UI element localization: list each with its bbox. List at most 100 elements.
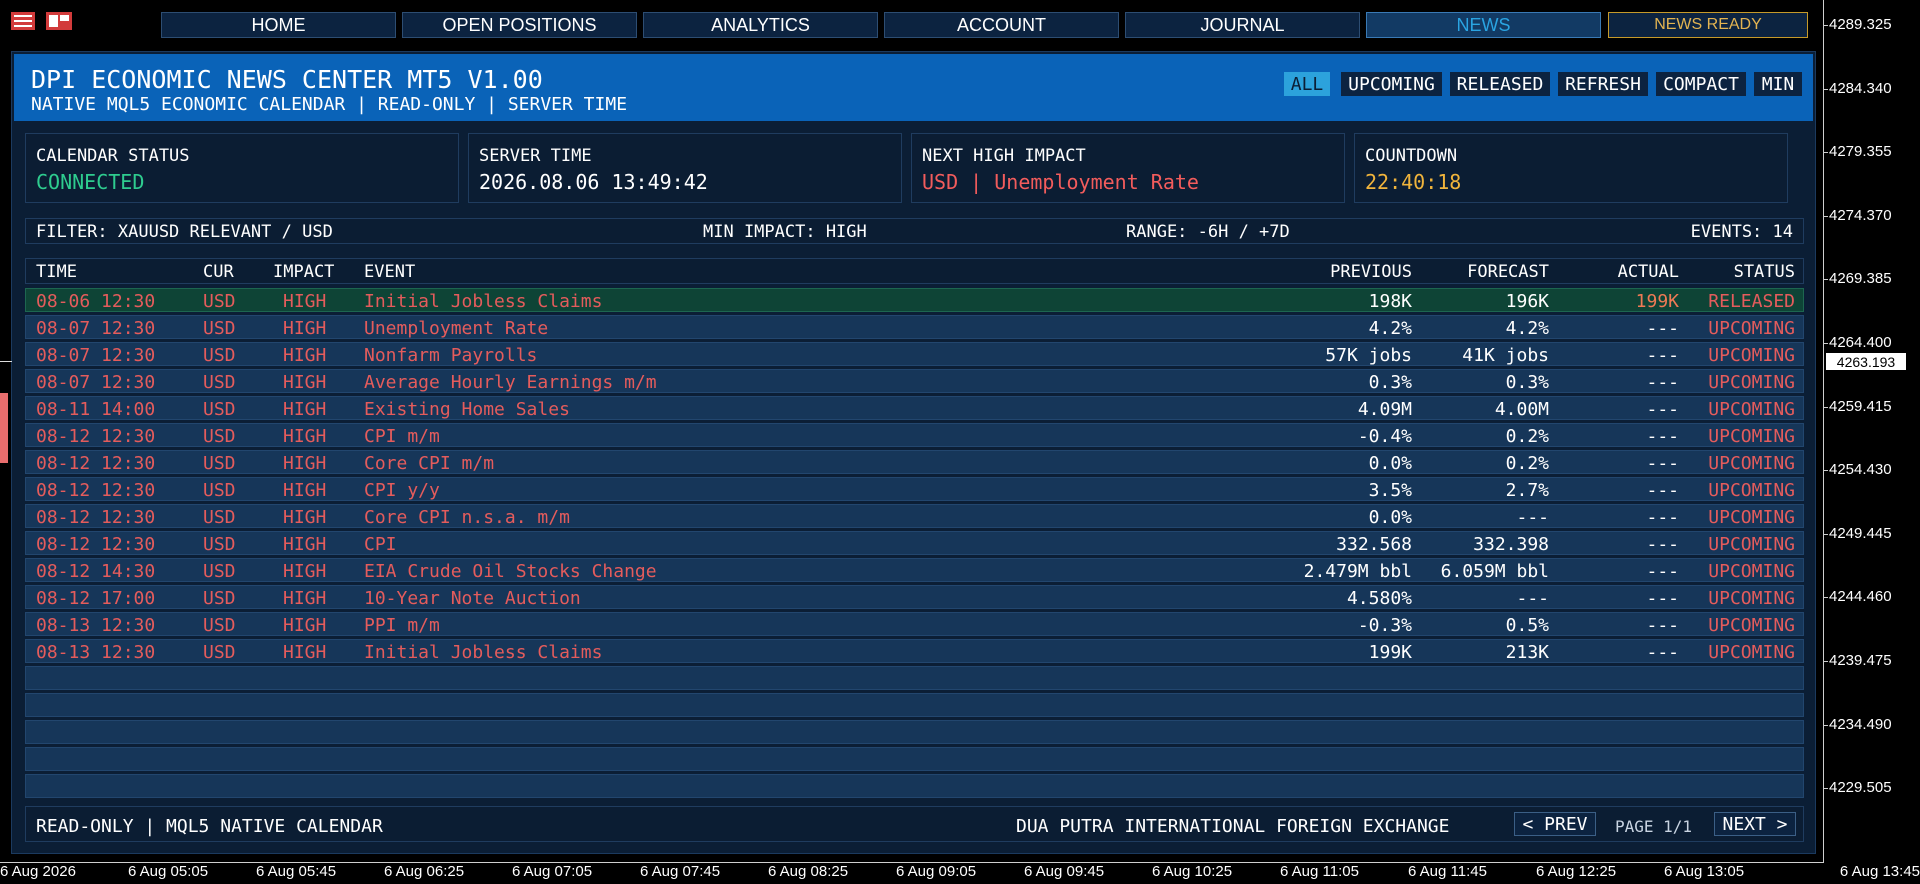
event-currency: USD bbox=[203, 399, 236, 420]
table-row: 08-12 14:30 USD HIGH EIA Crude Oil Stocks C… bbox=[25, 558, 1804, 582]
event-time: 08-07 12:30 bbox=[36, 372, 156, 393]
event-name: Existing Home Sales bbox=[364, 399, 570, 420]
event-actual: 199K bbox=[1635, 291, 1679, 312]
chart-marker bbox=[0, 393, 8, 463]
price-tick bbox=[1823, 724, 1828, 726]
event-previous: 3.5% bbox=[1368, 480, 1412, 501]
time-label: 6 Aug 12:25 bbox=[1536, 863, 1617, 880]
col-cur: CUR bbox=[203, 262, 234, 282]
event-actual: --- bbox=[1646, 588, 1679, 609]
filter-upcoming-button[interactable]: UPCOMING bbox=[1341, 72, 1442, 96]
event-forecast: 4.00M bbox=[1494, 399, 1549, 420]
event-impact: HIGH bbox=[283, 561, 327, 582]
event-impact: HIGH bbox=[283, 588, 327, 609]
event-impact: HIGH bbox=[283, 534, 327, 555]
event-currency: USD bbox=[203, 480, 236, 501]
nav-account[interactable]: ACCOUNT bbox=[884, 12, 1119, 38]
table-row: 08-07 12:30 USD HIGH Unemployment Rate 4.2% 4… bbox=[25, 315, 1804, 339]
price-tick bbox=[1823, 661, 1828, 662]
price-label: 4249.445 bbox=[1829, 524, 1892, 542]
event-forecast: 213K bbox=[1505, 642, 1549, 663]
chart-window-icon[interactable] bbox=[46, 12, 72, 30]
event-time: 08-12 14:30 bbox=[36, 561, 156, 582]
col-status: STATUS bbox=[1733, 262, 1795, 282]
nav-journal[interactable]: JOURNAL bbox=[1125, 12, 1360, 38]
filter-all-button[interactable]: ALL bbox=[1284, 72, 1330, 96]
price-label: 4234.490 bbox=[1829, 715, 1892, 733]
table-row: 08-06 12:30 USD HIGH Initial Jobless Claims… bbox=[25, 288, 1804, 312]
calendar-status-value: CONNECTED bbox=[36, 170, 145, 194]
time-label: 6 Aug 11:05 bbox=[1280, 863, 1359, 880]
event-previous: 4.09M bbox=[1357, 399, 1412, 420]
event-previous: 4.2% bbox=[1368, 318, 1412, 339]
event-status: UPCOMING bbox=[1708, 561, 1795, 582]
event-impact: HIGH bbox=[283, 372, 327, 393]
price-tick bbox=[1823, 88, 1828, 90]
event-forecast: 2.7% bbox=[1505, 480, 1549, 501]
event-previous: 0.0% bbox=[1368, 507, 1412, 528]
table-row: 08-07 12:30 USD HIGH Average Hourly Earning… bbox=[25, 369, 1804, 393]
next-high-impact-value: USD | Unemployment Rate bbox=[922, 170, 1199, 194]
price-tick bbox=[1823, 406, 1828, 408]
price-tick bbox=[1823, 533, 1828, 535]
time-label: 6 Aug 13:45 bbox=[1839, 863, 1920, 880]
time-label: 6 Aug 09:45 bbox=[1024, 863, 1105, 880]
event-time: 08-11 14:00 bbox=[36, 399, 156, 420]
event-forecast: 0.5% bbox=[1505, 615, 1549, 636]
event-forecast: --- bbox=[1516, 507, 1549, 528]
price-label: 4229.505 bbox=[1829, 779, 1892, 797]
event-status: UPCOMING bbox=[1708, 426, 1795, 447]
calendar-status-card: CALENDAR STATUS CONNECTED bbox=[25, 133, 459, 203]
time-label: 6 Aug 05:05 bbox=[128, 863, 209, 880]
event-time: 08-12 12:30 bbox=[36, 426, 156, 447]
event-currency: USD bbox=[203, 642, 236, 663]
time-label: 6 Aug 10:25 bbox=[1152, 863, 1233, 880]
price-label: 4239.475 bbox=[1829, 652, 1892, 669]
event-time: 08-12 12:30 bbox=[36, 534, 156, 555]
nav-home[interactable]: HOME bbox=[161, 12, 396, 38]
menu-icon[interactable] bbox=[11, 12, 35, 30]
table-row: 08-13 12:30 USD HIGH PPI m/m -0.3% 0.5% --- UPC… bbox=[25, 612, 1804, 636]
time-label: 6 Aug 13:05 bbox=[1664, 863, 1745, 880]
event-status: UPCOMING bbox=[1708, 507, 1795, 528]
event-forecast: --- bbox=[1516, 588, 1549, 609]
price-tick bbox=[1823, 25, 1828, 26]
event-status: UPCOMING bbox=[1708, 318, 1795, 339]
panel-footer: READ-ONLY | MQL5 NATIVE CALENDAR DUA PUT… bbox=[25, 806, 1804, 842]
event-impact: HIGH bbox=[283, 426, 327, 447]
refresh-button[interactable]: REFRESH bbox=[1558, 72, 1648, 96]
price-tick bbox=[1823, 597, 1828, 599]
footer-left-text: READ-ONLY | MQL5 NATIVE CALENDAR bbox=[36, 816, 383, 837]
table-row: 08-12 12:30 USD HIGH Core CPI m/m 0.0% 0.2% --… bbox=[25, 450, 1804, 474]
price-tick bbox=[1823, 152, 1828, 154]
event-impact: HIGH bbox=[283, 453, 327, 474]
min-button[interactable]: MIN bbox=[1754, 72, 1802, 96]
page-indicator: PAGE 1/1 bbox=[1615, 817, 1693, 836]
compact-button[interactable]: COMPACT bbox=[1656, 72, 1746, 96]
event-time: 08-12 12:30 bbox=[36, 453, 156, 474]
event-actual: --- bbox=[1646, 426, 1679, 447]
event-currency: USD bbox=[203, 588, 236, 609]
price-label: 4274.370 bbox=[1829, 206, 1892, 224]
event-forecast: 0.3% bbox=[1505, 372, 1549, 393]
event-status: UPCOMING bbox=[1708, 534, 1795, 555]
nav-analytics[interactable]: ANALYTICS bbox=[643, 12, 878, 38]
price-label: 4284.340 bbox=[1829, 79, 1892, 97]
nav-news[interactable]: NEWS bbox=[1366, 12, 1601, 38]
filter-released-button[interactable]: RELEASED bbox=[1450, 72, 1550, 96]
min-impact-text: MIN IMPACT: HIGH bbox=[703, 222, 867, 242]
event-status: UPCOMING bbox=[1708, 453, 1795, 474]
event-name: Average Hourly Earnings m/m bbox=[364, 372, 657, 393]
nav-open-positions[interactable]: OPEN POSITIONS bbox=[402, 12, 637, 38]
next-page-button[interactable]: NEXT > bbox=[1714, 812, 1796, 836]
table-row: 08-07 12:30 USD HIGH Nonfarm Payrolls 57K jo… bbox=[25, 342, 1804, 366]
event-impact: HIGH bbox=[283, 345, 327, 366]
col-forecast: FORECAST bbox=[1467, 262, 1549, 282]
event-impact: HIGH bbox=[283, 642, 327, 663]
empty-table-row bbox=[25, 666, 1804, 690]
news-ready-badge: NEWS READY bbox=[1608, 12, 1808, 38]
event-name: CPI bbox=[364, 534, 397, 555]
event-forecast: 196K bbox=[1505, 291, 1549, 312]
prev-page-button[interactable]: < PREV bbox=[1514, 812, 1596, 836]
event-currency: USD bbox=[203, 372, 236, 393]
